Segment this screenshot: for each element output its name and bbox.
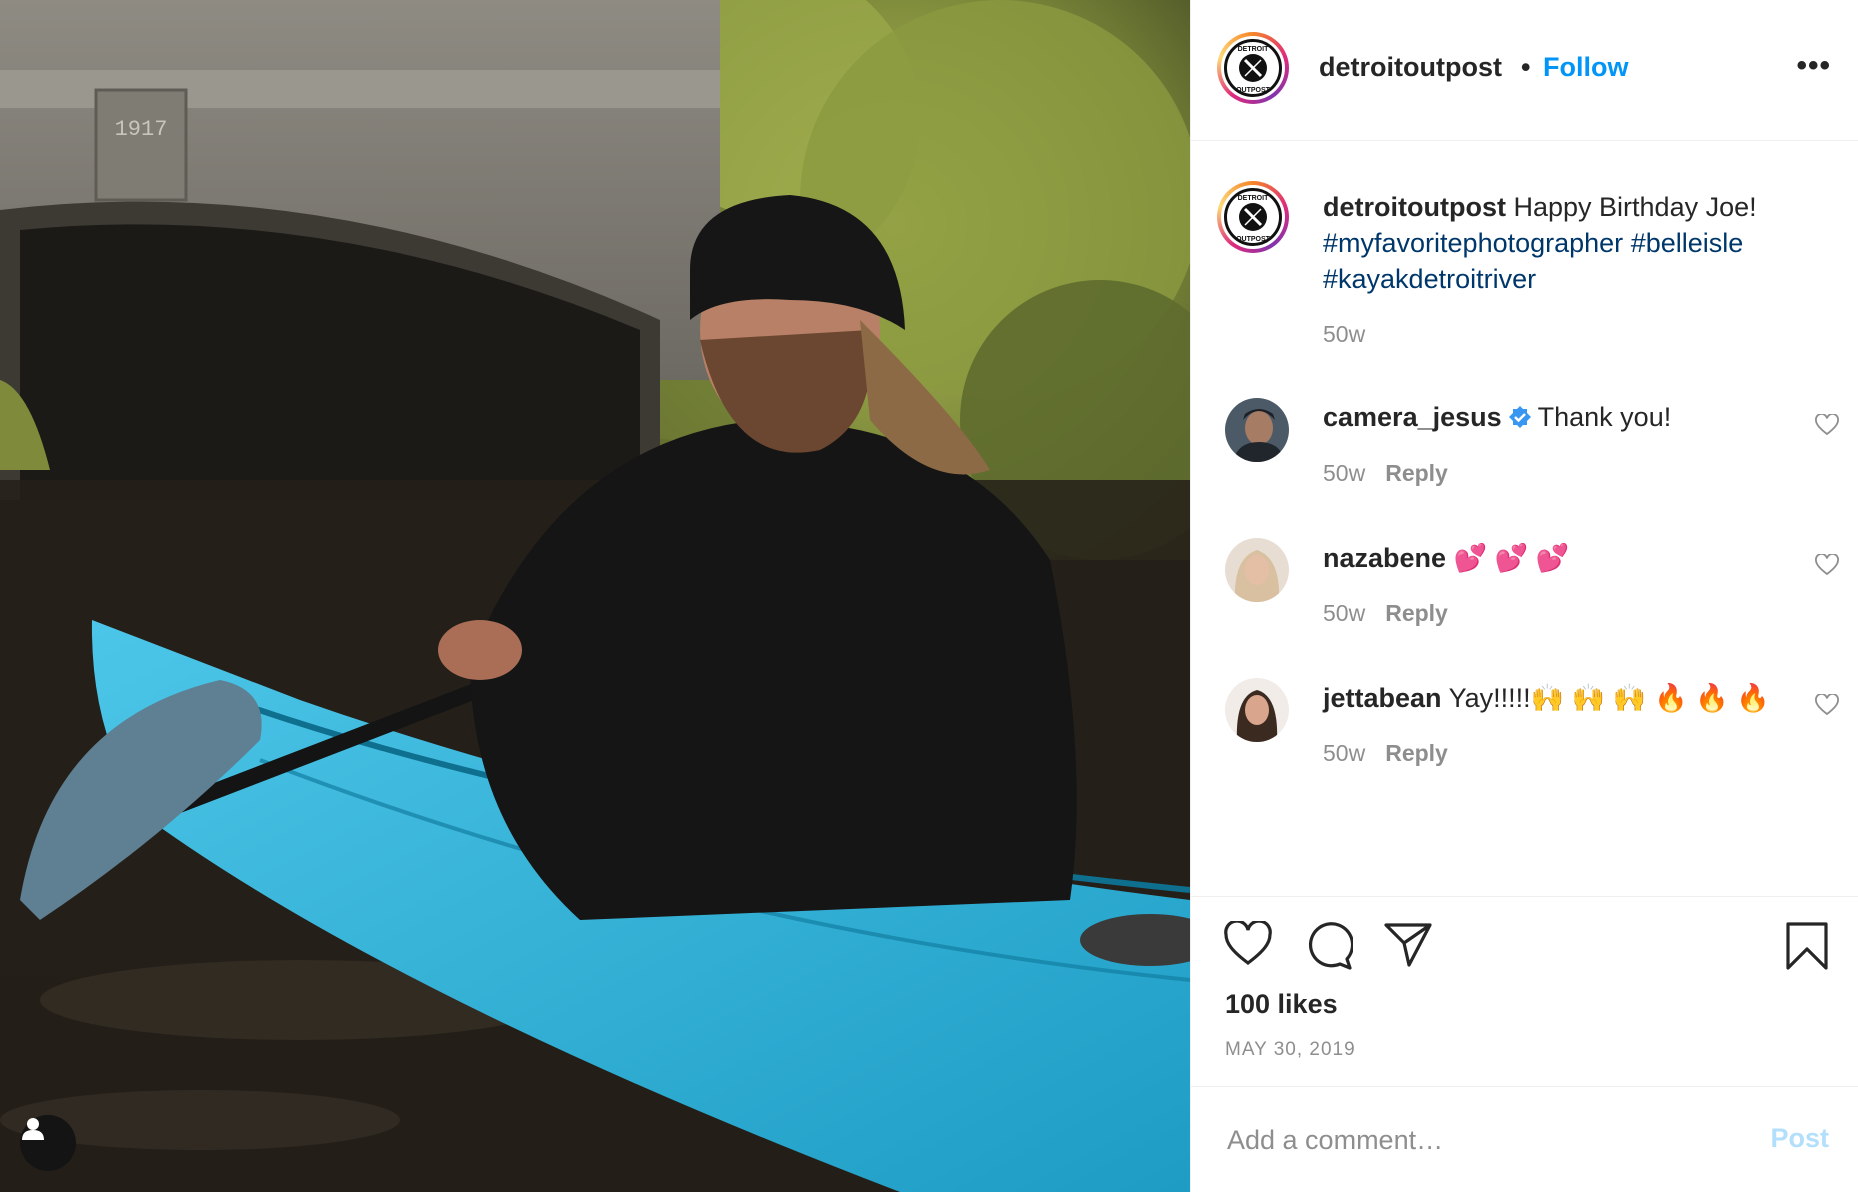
photo-scene: 1917 [0, 0, 1190, 1192]
comment-meta: 50w Reply [1323, 460, 1448, 487]
svg-text:DETROIT: DETROIT [1238, 195, 1269, 202]
user-icon [22, 1118, 44, 1140]
comment-input[interactable] [1225, 1119, 1729, 1161]
author-avatar[interactable]: DETROIT OUTPOST [1217, 32, 1289, 104]
caption-text: detroitoutpost Happy Birthday Joe! #myfa… [1323, 189, 1823, 297]
author-username[interactable]: detroitoutpost [1319, 52, 1502, 83]
caption-author-avatar[interactable]: DETROIT OUTPOST [1217, 181, 1289, 253]
reply-button[interactable]: Reply [1385, 600, 1448, 626]
follow-button[interactable]: Follow [1543, 52, 1628, 83]
reply-button[interactable]: Reply [1385, 460, 1448, 486]
comment-like-heart-icon[interactable] [1815, 693, 1839, 721]
comment-item: nazabene 💕 💕 💕 50w Reply [1191, 538, 1858, 658]
avatar[interactable] [1225, 538, 1289, 602]
comment-timestamp[interactable]: 50w [1323, 740, 1365, 766]
tagged-users-button[interactable] [20, 1115, 76, 1171]
caption-body: Happy Birthday Joe! [1513, 192, 1757, 222]
reply-button[interactable]: Reply [1385, 740, 1448, 766]
hashtag-link[interactable]: #kayakdetroitriver [1323, 264, 1536, 294]
avatar[interactable] [1225, 678, 1289, 742]
detroit-outpost-logo: DETROIT OUTPOST [1224, 39, 1282, 97]
more-options-icon[interactable]: ••• [1796, 51, 1831, 81]
share-icon[interactable] [1383, 921, 1433, 974]
caption-username[interactable]: detroitoutpost [1323, 192, 1506, 222]
verified-badge-icon [1508, 405, 1532, 436]
comment-item: jettabean Yay!!!!!🙌 🙌 🙌 🔥 🔥 🔥 50w Reply [1191, 678, 1858, 798]
avatar[interactable] [1225, 398, 1289, 462]
post-details-panel: DETROIT OUTPOST detroitoutpost • Follow … [1190, 0, 1858, 1192]
post-date[interactable]: MAY 30, 2019 [1225, 1039, 1356, 1061]
comment-meta: 50w Reply [1323, 600, 1448, 627]
comment-like-heart-icon[interactable] [1815, 413, 1839, 441]
post-actions: 100 likes MAY 30, 2019 [1191, 896, 1858, 1086]
comment-timestamp[interactable]: 50w [1323, 600, 1365, 626]
comment-meta: 50w Reply [1323, 740, 1448, 767]
bridge-date-carving: 1917 [115, 117, 168, 142]
add-comment-bar: Post [1191, 1086, 1858, 1192]
svg-text:OUTPOST: OUTPOST [1236, 236, 1271, 243]
comment-body: 💕 💕 💕 [1453, 543, 1570, 573]
comment-body: Thank you! [1537, 402, 1672, 432]
detroit-outpost-logo: DETROIT OUTPOST [1224, 188, 1282, 246]
post-header: DETROIT OUTPOST detroitoutpost • Follow … [1191, 0, 1858, 141]
comment-username[interactable]: nazabene [1323, 543, 1446, 573]
svg-text:OUTPOST: OUTPOST [1236, 87, 1271, 94]
comment-text-line: nazabene 💕 💕 💕 [1323, 542, 1569, 574]
post-photo[interactable]: 1917 [0, 0, 1190, 1192]
header-separator: • [1521, 52, 1531, 82]
comment-username[interactable]: jettabean [1323, 683, 1442, 713]
comment-timestamp[interactable]: 50w [1323, 460, 1365, 486]
comment-username[interactable]: camera_jesus [1323, 402, 1502, 432]
heart-icon[interactable] [1223, 919, 1273, 972]
like-count[interactable]: 100 likes [1225, 989, 1338, 1020]
post-comment-button[interactable]: Post [1770, 1123, 1829, 1154]
hashtag-link[interactable]: #belleisle [1631, 228, 1744, 258]
hashtag-link[interactable]: #myfavoritephotographer [1323, 228, 1623, 258]
comment-body: Yay!!!!!🙌 🙌 🙌 🔥 🔥 🔥 [1448, 683, 1770, 713]
bookmark-icon[interactable] [1785, 921, 1829, 976]
comment-icon[interactable] [1303, 921, 1355, 976]
comment-item: camera_jesus Thank you! 50w Reply [1191, 398, 1858, 518]
comment-like-heart-icon[interactable] [1815, 553, 1839, 581]
caption-timestamp[interactable]: 50w [1323, 321, 1365, 348]
comment-text-line: jettabean Yay!!!!!🙌 🙌 🙌 🔥 🔥 🔥 [1323, 682, 1770, 714]
comment-text-line: camera_jesus Thank you! [1323, 402, 1671, 436]
svg-text:DETROIT: DETROIT [1238, 46, 1269, 53]
